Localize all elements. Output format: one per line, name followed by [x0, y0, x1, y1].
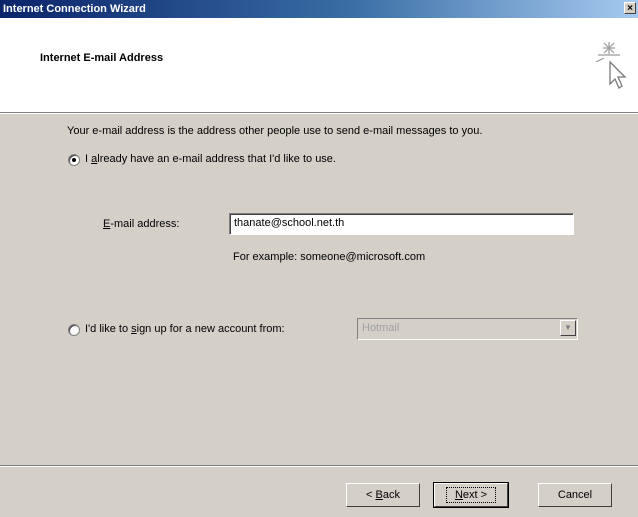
existing-address-label[interactable]: I already have an e-mail address that I'… — [85, 153, 336, 165]
wizard-header: Internet E-mail Address — [0, 18, 638, 112]
new-account-radio[interactable] — [68, 324, 80, 336]
title-bar: Internet Connection Wizard × — [0, 0, 638, 18]
email-address-input[interactable]: thanate@school.net.th — [229, 213, 574, 235]
close-icon: × — [627, 3, 633, 14]
existing-address-radio[interactable] — [68, 154, 80, 166]
description-text: Your e-mail address is the address other… — [67, 125, 483, 137]
provider-select[interactable]: Hotmail ▼ — [357, 318, 578, 340]
next-button[interactable]: Next > — [433, 482, 509, 508]
cancel-button[interactable]: Cancel — [538, 483, 612, 507]
close-button[interactable]: × — [624, 2, 636, 14]
new-account-label[interactable]: I'd like to sign up for a new account fr… — [85, 323, 285, 335]
example-text: For example: someone@microsoft.com — [233, 251, 426, 263]
wizard-wand-icon — [595, 42, 627, 89]
page-heading: Internet E-mail Address — [40, 52, 164, 64]
back-button[interactable]: < Back — [346, 483, 420, 507]
chevron-down-icon[interactable]: ▼ — [560, 320, 576, 336]
window-title: Internet Connection Wizard — [3, 3, 146, 15]
email-address-label: E-mail address: — [103, 218, 180, 230]
